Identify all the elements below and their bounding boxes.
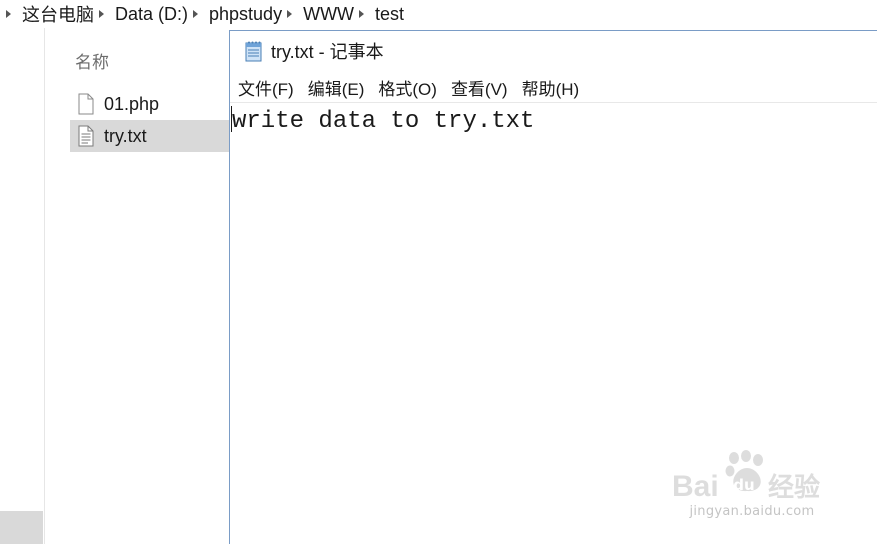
- menu-edit[interactable]: 编辑(E): [308, 73, 365, 102]
- address-breadcrumb: 这台电脑 Data (D:) phpstudy WWW test: [0, 0, 877, 28]
- file-name: 01.php: [104, 93, 160, 114]
- nav-selected-item[interactable]: [0, 511, 43, 544]
- menu-bar: 文件(F) 编辑(E) 格式(O) 查看(V) 帮助(H): [230, 73, 877, 103]
- breadcrumb-data-drive[interactable]: Data (D:): [114, 4, 189, 25]
- breadcrumb-test[interactable]: test: [374, 4, 405, 25]
- svg-text:du: du: [733, 476, 754, 494]
- chevron-right-icon[interactable]: [6, 10, 11, 18]
- file-list: 名称 01.php try.txt: [46, 28, 240, 544]
- chevron-right-icon[interactable]: [193, 10, 199, 18]
- file-item-try-txt[interactable]: try.txt: [70, 120, 240, 152]
- menu-format[interactable]: 格式(O): [378, 73, 437, 102]
- file-name: try.txt: [104, 125, 147, 146]
- navigation-pane[interactable]: [0, 28, 45, 544]
- screen: 这台电脑 Data (D:) phpstudy WWW test 名称 01.p…: [0, 0, 877, 544]
- column-header-name[interactable]: 名称: [75, 48, 109, 73]
- svg-text:经验: 经验: [768, 472, 820, 503]
- menu-help[interactable]: 帮助(H): [522, 73, 580, 102]
- svg-text:Bai: Bai: [672, 470, 719, 503]
- chevron-right-icon[interactable]: [359, 10, 365, 18]
- breadcrumb-phpstudy[interactable]: phpstudy: [208, 4, 283, 25]
- notepad-icon: [245, 41, 262, 62]
- window-title: try.txt - 记事本: [271, 42, 384, 62]
- baidu-jingyan-watermark: du Bai 经验 jingyan.baidu.com: [672, 448, 832, 524]
- text-file-icon: [78, 125, 94, 147]
- baidu-paw-logo: du Bai 经验: [672, 450, 820, 503]
- blank-file-icon: [78, 93, 94, 115]
- chevron-right-icon[interactable]: [99, 10, 104, 18]
- menu-view[interactable]: 查看(V): [451, 73, 508, 102]
- file-item-01-php[interactable]: 01.php: [70, 88, 240, 120]
- breadcrumb-www[interactable]: WWW: [302, 4, 355, 25]
- notepad-title-bar[interactable]: try.txt - 记事本: [230, 31, 877, 71]
- menu-file[interactable]: 文件(F): [238, 73, 294, 102]
- chevron-right-icon[interactable]: [287, 10, 293, 18]
- breadcrumb-this-pc[interactable]: 这台电脑: [21, 1, 95, 27]
- text-caret: [231, 106, 232, 132]
- watermark-url: jingyan.baidu.com: [689, 504, 815, 519]
